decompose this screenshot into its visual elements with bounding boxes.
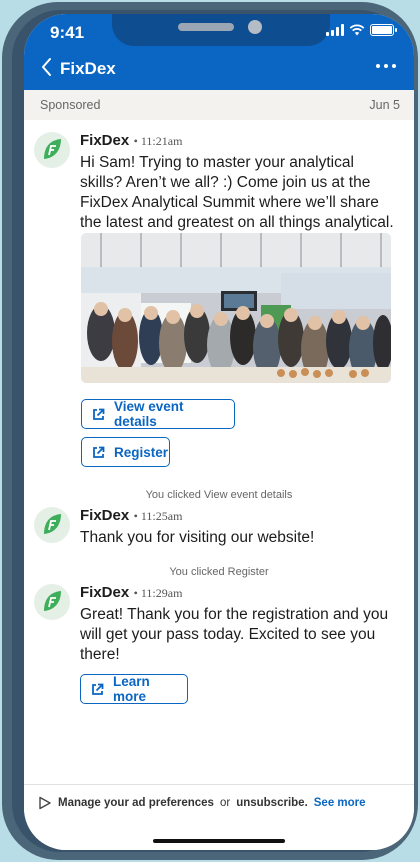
- message-text: Great! Thank you for the registration an…: [80, 606, 389, 663]
- home-indicator: [153, 839, 285, 843]
- more-dot: [392, 64, 396, 68]
- more-dot: [376, 64, 380, 68]
- event-photo[interactable]: [81, 233, 391, 383]
- external-link-icon: [92, 683, 104, 695]
- message-time: • 11:25am: [133, 509, 183, 523]
- unsubscribe-link[interactable]: unsubscribe.: [236, 797, 308, 809]
- ad-preferences-row: Manage your ad preferences or unsubscrib…: [38, 796, 366, 810]
- phone-screen: 9:41 FixDex Sponsored Jun 5 FixDex • 11:…: [24, 14, 414, 850]
- avatar: [34, 507, 70, 543]
- learn-more-button[interactable]: Learn more: [80, 674, 188, 704]
- external-link-icon: [93, 408, 105, 420]
- see-more-link[interactable]: See more: [314, 797, 366, 809]
- status-icons: [326, 24, 397, 36]
- camera: [248, 20, 262, 34]
- status-time: 9:41: [50, 23, 85, 42]
- or-text: or: [219, 797, 231, 809]
- message-text: Thank you for visiting our website!: [80, 529, 315, 546]
- conversation-title: FixDex: [60, 59, 116, 78]
- sponsored-bar: Sponsored Jun 5: [24, 90, 414, 120]
- app-header: 9:41 FixDex: [24, 14, 414, 90]
- sponsored-label: Sponsored: [40, 98, 101, 112]
- learn-more-label: Learn more: [113, 674, 150, 704]
- more-options-button[interactable]: [376, 64, 396, 68]
- view-event-details-label: View event details: [114, 399, 184, 429]
- fixdex-logo-icon: [44, 591, 61, 611]
- avatar: [34, 132, 70, 168]
- sender-name[interactable]: FixDex: [80, 507, 129, 524]
- more-dot: [384, 64, 388, 68]
- register-button[interactable]: Register: [81, 437, 170, 467]
- register-label: Register: [114, 444, 169, 460]
- battery-icon: [370, 24, 397, 36]
- fixdex-logo-icon: [44, 139, 61, 159]
- external-link-icon: [93, 446, 105, 458]
- speaker: [178, 23, 234, 31]
- message-time: • 11:21am: [133, 134, 183, 148]
- sender-name[interactable]: FixDex: [80, 132, 129, 149]
- ad-footer: Manage your ad preferences or unsubscrib…: [24, 784, 414, 850]
- message-time: • 11:29am: [133, 586, 183, 600]
- sponsored-date: Jun 5: [369, 98, 400, 112]
- notch: [112, 14, 330, 46]
- avatar: [34, 584, 70, 620]
- signal-icon: [326, 24, 344, 36]
- sender-name[interactable]: FixDex: [80, 584, 129, 601]
- ad-choices-icon: [39, 796, 51, 810]
- view-event-details-button[interactable]: View event details: [81, 399, 235, 429]
- manage-ad-preferences-link[interactable]: Manage your ad preferences: [58, 797, 214, 809]
- fixdex-logo-icon: [44, 514, 61, 534]
- conference-crowd-image: [81, 233, 391, 383]
- message-text: Hi Sam! Trying to master your analytical…: [80, 154, 394, 231]
- wifi-icon: [349, 24, 365, 36]
- system-note: You clicked View event details: [145, 489, 293, 501]
- back-button[interactable]: [40, 56, 54, 78]
- system-note: You clicked Register: [169, 566, 269, 578]
